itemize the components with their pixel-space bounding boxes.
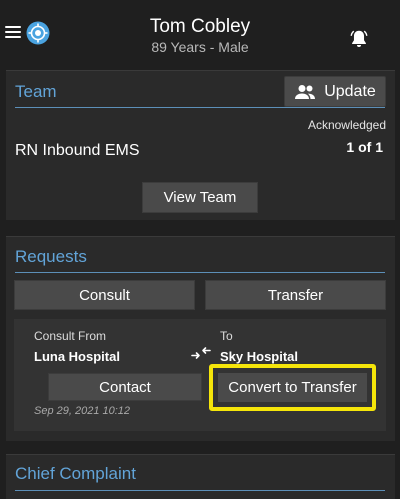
team-divider (15, 107, 385, 108)
swap-arrows-icon (191, 347, 211, 359)
bell-icon[interactable] (348, 28, 370, 50)
request-timestamp: Sep 29, 2021 10:12 (34, 405, 131, 417)
consult-button[interactable]: Consult (14, 280, 195, 310)
view-team-button[interactable]: View Team (142, 182, 258, 213)
contact-button[interactable]: Contact (48, 373, 202, 401)
request-item: Consult From Luna Hospital To Sky Hospit… (14, 319, 386, 431)
patient-name: Tom Cobley (149, 16, 251, 37)
chief-complaint-card: Chief Complaint (6, 454, 395, 499)
consult-from-hospital: Luna Hospital (34, 349, 120, 364)
team-member-name: RN Inbound EMS (15, 142, 140, 159)
to-hospital: Sky Hospital (220, 349, 299, 364)
chief-complaint-title: Chief Complaint (15, 464, 136, 483)
people-icon (295, 84, 316, 99)
convert-to-transfer-button[interactable]: Convert to Transfer (209, 364, 376, 411)
update-label: Update (324, 82, 376, 100)
update-button[interactable]: Update (284, 76, 386, 107)
requests-title: Requests (15, 247, 87, 266)
acknowledged-label: Acknowledged (307, 118, 386, 132)
acknowledged-count: 1 of 1 (346, 139, 383, 155)
app-header: Tom Cobley 89 Years - Male (0, 0, 400, 68)
patient-demographics: 89 Years - Male (151, 39, 249, 55)
consult-from-label: Consult From (34, 329, 107, 343)
to-label: To (220, 329, 233, 343)
convert-to-transfer-label: Convert to Transfer (218, 373, 367, 402)
requests-divider (15, 272, 385, 273)
requests-card: Requests Consult Transfer Consult From L… (6, 236, 395, 441)
transfer-button[interactable]: Transfer (205, 280, 386, 310)
chief-complaint-divider (15, 490, 385, 491)
team-title: Team (15, 82, 57, 101)
team-card: Team Update RN Inbound EMS Acknowledged … (6, 70, 395, 220)
